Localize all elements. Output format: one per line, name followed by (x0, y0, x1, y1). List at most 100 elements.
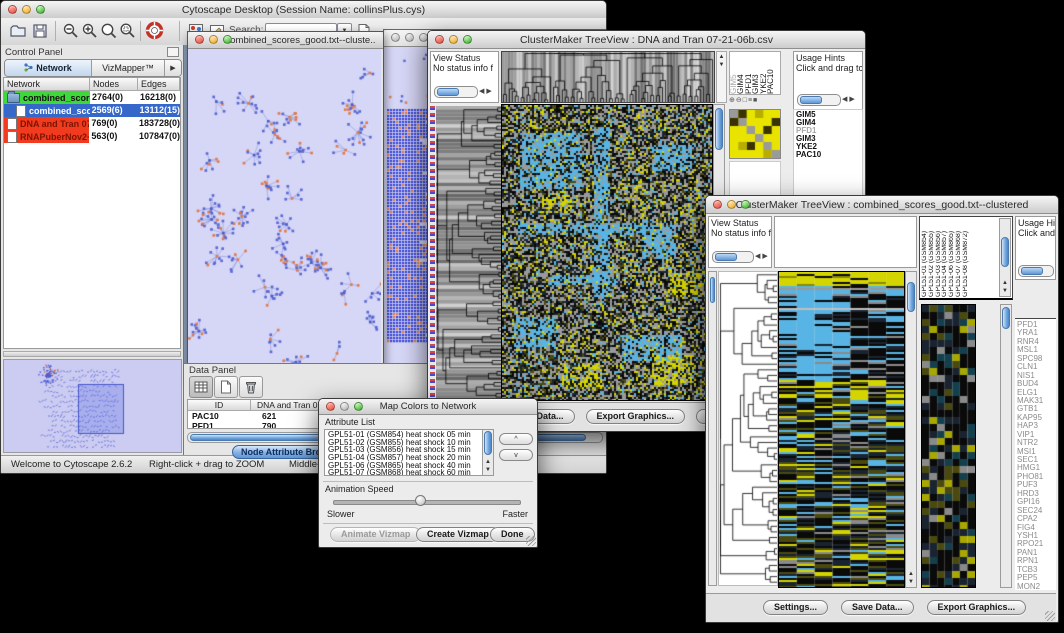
col-network[interactable]: Network (4, 78, 90, 91)
attribute-item[interactable]: GPL51-04 (GSM857) heat shock 20 min (328, 454, 493, 462)
row-dendrogram-canvas[interactable] (719, 272, 777, 585)
close-button[interactable] (435, 35, 444, 44)
treeview-action-button[interactable]: Save Data... (841, 600, 914, 615)
attribute-list-scrollbar[interactable]: ▲▼ (482, 430, 493, 475)
resize-grip[interactable] (526, 536, 536, 546)
network-table-row[interactable]: RNAPuberNov2+ 563(0) 107847(0) (4, 130, 180, 143)
minimize-button[interactable] (727, 200, 736, 209)
zoom-heatmap-canvas[interactable] (922, 305, 975, 587)
attribute-item[interactable]: GPL51-06 (GSM865) heat shock 40 min (328, 462, 493, 470)
treeview1-title-bar[interactable]: ClusterMaker TreeView : DNA and Tran 07-… (428, 31, 865, 49)
animate-vizmap-button[interactable]: Animate Vizmap (330, 527, 421, 542)
treeview-action-button[interactable]: Settings... (763, 600, 828, 615)
minimize-button[interactable] (340, 402, 349, 411)
global-heatmap-canvas[interactable] (779, 272, 904, 587)
usage-hints-scrollbar[interactable] (1018, 265, 1054, 277)
delete-attribute-icon[interactable] (239, 376, 263, 398)
treeview2-title-bar[interactable]: ClusterMaker TreeView : combined_scores_… (706, 196, 1058, 214)
column-label[interactable]: GIM4 (737, 52, 744, 94)
tab-vizmapper[interactable]: VizMapper™ (92, 60, 165, 76)
attribute-item[interactable]: GPL51-07 (GSM868) heat shock 60 min (328, 469, 493, 476)
col-edges[interactable]: Edges (138, 78, 180, 91)
network-table-row[interactable]: combined_sco 2569(6) 13112(15) (4, 104, 180, 117)
panel-splitter[interactable] (3, 351, 181, 357)
close-button[interactable] (195, 35, 204, 44)
dendrogram-vscrollbar[interactable] (708, 271, 717, 586)
resize-grip[interactable] (1045, 611, 1055, 621)
zoom-button[interactable] (463, 35, 472, 44)
zoom-out-icon[interactable] (62, 22, 80, 40)
dendrogram-scroll-strip[interactable]: ▲▼ (716, 51, 727, 103)
zoom-button[interactable] (36, 5, 45, 14)
window-controls[interactable] (713, 200, 750, 209)
main-title-bar[interactable]: Cytoscape Desktop (Session Name: collins… (1, 1, 606, 19)
window-controls[interactable] (435, 35, 472, 44)
attribute-item[interactable]: GPL51-02 (GSM855) heat shock 10 min (328, 439, 493, 447)
zoom-button[interactable] (354, 402, 363, 411)
open-file-icon[interactable] (9, 22, 27, 40)
global-heatmap-canvas[interactable] (502, 105, 712, 400)
close-button[interactable] (326, 402, 335, 411)
attribute-item[interactable]: GPL51-03 (GSM856) heat shock 15 min (328, 446, 493, 454)
zoom-in-icon[interactable] (81, 22, 99, 40)
column-labels-scrollbar[interactable]: ▲▼ (999, 218, 1011, 297)
zoom-button[interactable] (741, 200, 750, 209)
save-session-icon[interactable] (31, 22, 49, 40)
float-panel-icon[interactable] (167, 47, 179, 57)
window-controls[interactable] (326, 402, 363, 411)
column-label[interactable]: GIM3 (752, 52, 759, 94)
column-dendrogram-panel[interactable] (774, 216, 917, 268)
treeview-action-button[interactable]: Export Graphics... (927, 600, 1027, 615)
heatmap-vscrollbar[interactable]: ▲▼ (905, 271, 917, 588)
dialog-title-bar[interactable]: Map Colors to Network (319, 399, 537, 415)
view-status-scrollbar[interactable] (434, 86, 478, 98)
minimize-button[interactable] (22, 5, 31, 14)
column-dendrogram-canvas[interactable] (502, 52, 714, 102)
attribute-item[interactable]: GPL51-01 (GSM854) heat shock 05 min (328, 431, 493, 439)
close-button[interactable] (8, 5, 17, 14)
close-button[interactable] (713, 200, 722, 209)
window-controls[interactable] (8, 5, 45, 14)
view-status-scrollbar[interactable] (712, 251, 754, 263)
scroll-arrows[interactable]: ◀▶ (755, 252, 770, 260)
column-label[interactable]: GPL51-02 (GSM855) (929, 219, 936, 297)
close-button[interactable] (391, 33, 400, 42)
network-table-row[interactable]: DNA and Tran 07 769(0) 183728(0) (4, 117, 180, 130)
tab-network[interactable]: Network (5, 60, 92, 76)
zoom-fit-icon[interactable] (100, 22, 118, 40)
column-label[interactable]: YKE2 (760, 52, 767, 94)
usage-hints-scrollbar[interactable] (797, 94, 841, 106)
move-down-button[interactable]: v (499, 449, 533, 461)
row-label[interactable]: PAC10 (796, 151, 862, 159)
zoom-selected-icon[interactable] (119, 22, 137, 40)
network-canvas-1[interactable] (188, 49, 381, 381)
gene-label[interactable]: MON2 (1017, 583, 1056, 590)
minimize-button[interactable] (405, 33, 414, 42)
column-label[interactable]: GPL51-08 (GSM872) (963, 219, 970, 297)
data-col-id[interactable]: ID (188, 400, 251, 411)
attribute-listbox[interactable]: GPL51-01 (GSM854) heat shock 05 minGPL51… (324, 429, 494, 476)
window-controls[interactable] (391, 33, 428, 42)
scroll-arrows[interactable]: ◀▶ (842, 95, 857, 103)
tab-overflow-arrow[interactable]: ▶ (165, 60, 181, 76)
move-up-button[interactable]: ^ (499, 433, 533, 445)
zoom-button[interactable] (223, 35, 232, 44)
attribute-table-icon[interactable] (189, 376, 213, 398)
minimize-button[interactable] (449, 35, 458, 44)
network-table-header[interactable]: Network Nodes Edges (4, 78, 180, 91)
window-controls[interactable] (195, 35, 232, 44)
zoom-vscrollbar[interactable] (1000, 304, 1012, 588)
speed-slider-track[interactable] (333, 500, 521, 505)
speed-slider-thumb[interactable] (415, 495, 426, 506)
zoom-toolbar-icons[interactable]: ⊕⊖□≡■ (729, 96, 781, 105)
column-label[interactable]: PAC10 (767, 52, 774, 94)
help-lifesaver-icon[interactable] (145, 21, 163, 39)
minimize-button[interactable] (209, 35, 218, 44)
scroll-arrows[interactable]: ◀▶ (479, 87, 494, 95)
zoom-heatmap-canvas[interactable] (730, 110, 780, 158)
col-nodes[interactable]: Nodes (90, 78, 138, 91)
network-table-row[interactable]: combined_scores 2764(0) 16218(0) (4, 91, 180, 104)
row-dendrogram-canvas[interactable] (436, 106, 501, 399)
new-attribute-icon[interactable] (214, 376, 238, 398)
network-overview-canvas[interactable] (4, 360, 181, 452)
